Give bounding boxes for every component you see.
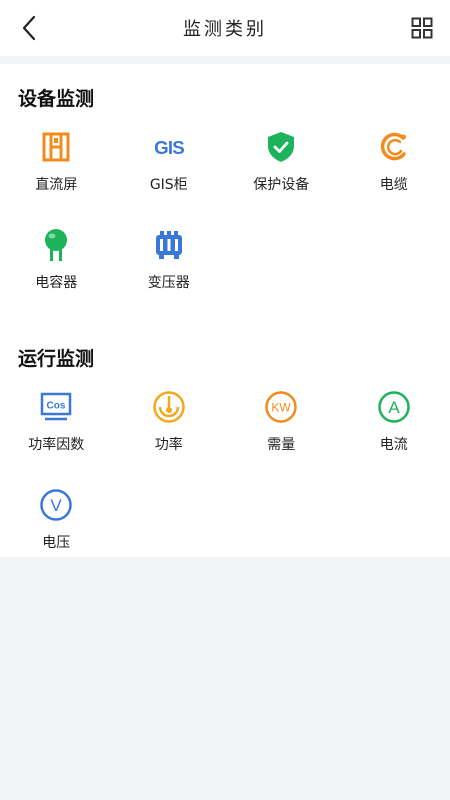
item-power-factor[interactable]: Cos 功率因数: [0, 390, 113, 488]
item-cable[interactable]: 电缆: [338, 130, 450, 228]
shield-check-icon: [264, 130, 298, 164]
ampere-icon: A: [377, 390, 411, 424]
item-label: GIS柜: [149, 177, 188, 193]
cos-icon: Cos: [39, 390, 73, 424]
chevron-left-icon: [22, 15, 36, 41]
svg-text:Cos: Cos: [47, 401, 66, 412]
svg-text:A: A: [388, 398, 400, 417]
transformer-icon: [152, 228, 186, 262]
grid-icon: [411, 17, 433, 39]
operation-grid: Cos 功率因数 功率 KW 需量 A 电流 V 电压: [0, 390, 450, 586]
item-label: 直流屏: [35, 177, 78, 193]
item-transformer[interactable]: 变压器: [113, 228, 226, 326]
item-label: 功率因数: [28, 437, 85, 453]
grid-menu-button[interactable]: [406, 12, 438, 44]
item-label: 需量: [267, 437, 296, 453]
section-title-equipment: 设备监测: [18, 88, 95, 110]
item-label: 保护设备: [253, 177, 310, 193]
item-voltage[interactable]: V 电压: [0, 488, 113, 586]
item-power[interactable]: 功率: [113, 390, 226, 488]
item-label: 变压器: [147, 275, 190, 291]
svg-text:KW: KW: [272, 401, 292, 415]
item-current[interactable]: A 电流: [338, 390, 450, 488]
dc-panel-icon: [39, 130, 73, 164]
item-protection[interactable]: 保护设备: [225, 130, 338, 228]
page-title: 监测类别: [183, 19, 267, 40]
cable-icon: [377, 130, 411, 164]
item-gis[interactable]: GIS GIS柜: [113, 130, 226, 228]
kw-icon: KW: [264, 390, 298, 424]
volt-icon: V: [39, 488, 73, 522]
item-label: 电缆: [379, 177, 408, 193]
section-title-operation: 运行监测: [18, 348, 95, 370]
svg-text:GIS: GIS: [154, 137, 184, 158]
back-button[interactable]: [10, 8, 50, 48]
item-label: 功率: [154, 437, 183, 453]
power-gauge-icon: [152, 390, 186, 424]
monitor-panel: 设备监测 直流屏 GIS GIS柜 保护设备 电缆 电容器 变压器 运行监测 C…: [0, 64, 450, 557]
item-capacitor[interactable]: 电容器: [0, 228, 113, 326]
svg-text:V: V: [51, 496, 63, 515]
item-label: 电容器: [35, 275, 78, 291]
item-dc-panel[interactable]: 直流屏: [0, 130, 113, 228]
capacitor-icon: [39, 228, 73, 262]
item-label: 电流: [379, 437, 408, 453]
equipment-grid: 直流屏 GIS GIS柜 保护设备 电缆 电容器 变压器: [0, 130, 450, 326]
item-demand[interactable]: KW 需量: [225, 390, 338, 488]
gis-icon: GIS: [152, 130, 186, 164]
header-bar: 监测类别: [0, 0, 450, 56]
item-label: 电压: [42, 535, 71, 551]
header-gap: [0, 56, 450, 64]
